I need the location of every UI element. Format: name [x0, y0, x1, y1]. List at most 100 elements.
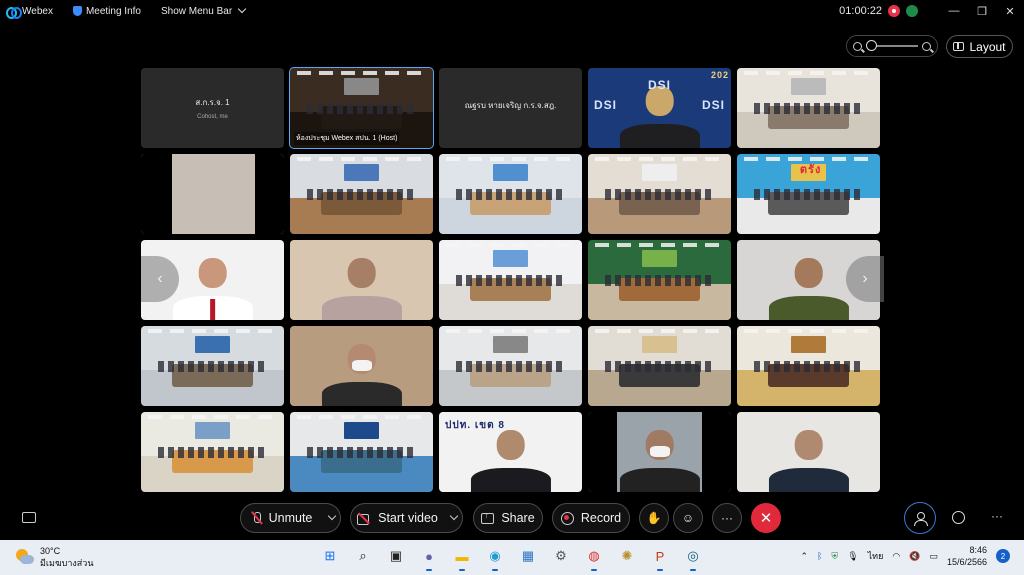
webex-taskbar-icon[interactable]: ◎: [681, 544, 705, 571]
video-tile[interactable]: ส.ก.ร.จ. 1 Cohost, me: [141, 68, 284, 148]
close-button[interactable]: ✕: [996, 0, 1024, 22]
chrome-icon[interactable]: ◍: [582, 544, 606, 571]
chevron-down-icon: [237, 4, 247, 14]
video-tile[interactable]: [588, 240, 731, 320]
store-icon[interactable]: ▦: [516, 544, 540, 568]
smiley-icon: ☺: [681, 511, 695, 525]
meeting-info-label: Meeting Info: [85, 5, 141, 17]
clock-time: 8:46: [969, 545, 987, 555]
record-icon: [560, 511, 574, 525]
minimize-button[interactable]: —: [940, 0, 968, 22]
raise-hand-button[interactable]: ✋: [639, 503, 669, 533]
webex-menu[interactable]: Webex: [6, 0, 53, 22]
teams-chat-icon[interactable]: ●: [417, 544, 441, 571]
seal-app-icon[interactable]: ✺: [615, 544, 639, 568]
video-tile[interactable]: [290, 326, 433, 406]
unmute-label: Unmute: [268, 511, 313, 525]
partly-cloudy-icon: [14, 549, 34, 565]
chevron-down-icon: [327, 511, 337, 521]
video-tile[interactable]: [588, 412, 731, 492]
notification-count[interactable]: 2: [996, 549, 1010, 563]
video-tile[interactable]: ห้องประชุม Webex สปน. 1 (Host): [289, 67, 434, 149]
weather-widget[interactable]: 30°C มีเมฆบางส่วน: [14, 545, 93, 569]
zoom-slider[interactable]: [866, 40, 918, 51]
grid-layout-icon: [953, 42, 965, 51]
volume-muted-icon[interactable]: 🔇: [909, 551, 920, 562]
file-explorer-icon[interactable]: ▬: [450, 544, 474, 571]
meeting-timer: 01:00:22: [839, 5, 882, 17]
recording-indicator-icon[interactable]: [888, 5, 900, 17]
end-label: ✕: [759, 510, 773, 527]
search-icon[interactable]: ⌕: [351, 544, 375, 568]
video-tile[interactable]: [141, 154, 284, 234]
reactions-button[interactable]: ☺: [673, 503, 703, 533]
start-video-button[interactable]: Start video: [350, 503, 444, 533]
bluetooth-icon[interactable]: ᛒ: [817, 551, 822, 561]
microphone-muted-tray-icon[interactable]: 🎙: [847, 551, 858, 562]
next-page-button[interactable]: ›: [846, 256, 884, 302]
language-indicator[interactable]: ไทย: [868, 549, 884, 563]
banner-text: DSI: [594, 98, 618, 112]
participants-button[interactable]: [904, 502, 936, 534]
windows-start-icon[interactable]: ⊞: [318, 544, 342, 568]
powerpoint-icon[interactable]: P: [648, 544, 672, 571]
share-screen-icon: [481, 510, 495, 524]
start-video-label: Start video: [378, 511, 438, 525]
edge-icon[interactable]: ◉: [483, 544, 507, 571]
video-tile[interactable]: [439, 240, 582, 320]
video-tile[interactable]: [290, 154, 433, 234]
video-tile[interactable]: ปปท. เขต 8: [439, 412, 582, 492]
maximize-button[interactable]: ❐: [968, 0, 996, 22]
battery-icon[interactable]: ▭: [929, 551, 938, 562]
settings-icon[interactable]: ⚙: [549, 544, 573, 568]
camera-off-icon: [357, 513, 371, 525]
show-hidden-icons-icon[interactable]: ⌃: [800, 551, 808, 562]
audio-options-button[interactable]: [321, 503, 341, 533]
video-tile[interactable]: ณฐรบ หายเจริญ ก.ร.จ.สฎ.: [439, 68, 582, 148]
zoom-out-icon[interactable]: [853, 41, 862, 51]
video-tile[interactable]: [737, 326, 880, 406]
video-options-button[interactable]: [443, 503, 463, 533]
taskbar-apps: ⊞ ⌕ ▣ ● ▬ ◉ ▦ ⚙ ◍ ✺ P ◎: [318, 544, 705, 571]
video-tile[interactable]: [737, 68, 880, 148]
more-options-button[interactable]: ···: [712, 503, 742, 533]
video-tile[interactable]: [141, 326, 284, 406]
zoom-slider-handle[interactable]: [866, 40, 877, 51]
banner-text: ตรัง: [799, 164, 822, 177]
banner-text: DSI: [648, 78, 672, 92]
clock[interactable]: 8:46 15/6/2566: [947, 544, 987, 568]
video-tile[interactable]: ตรัง: [737, 154, 880, 234]
app-name: Webex: [22, 5, 53, 17]
meeting-info-button[interactable]: Meeting Info: [72, 0, 141, 22]
record-button[interactable]: Record: [552, 503, 630, 533]
video-tile[interactable]: [141, 412, 284, 492]
participant-name: ณฐรบ หายเจริญ ก.ร.จ.สฎ.: [464, 101, 557, 110]
unmute-button[interactable]: Unmute: [240, 503, 322, 533]
security-icon[interactable]: ⛨: [831, 551, 838, 562]
video-tile[interactable]: DSI DSI DSI 202: [588, 68, 731, 148]
more-panels-icon[interactable]: ···: [991, 509, 1003, 523]
chat-icon[interactable]: [952, 511, 965, 524]
video-tile[interactable]: [439, 326, 582, 406]
participants-icon: [914, 511, 928, 526]
end-meeting-button[interactable]: ✕: [751, 503, 781, 533]
video-tile[interactable]: [737, 412, 880, 492]
system-tray: ⌃ ᛒ ⛨ 🎙 ไทย ◠ 🔇 ▭ 8:46 15/6/2566 2: [800, 544, 1010, 568]
wifi-icon[interactable]: ◠: [892, 551, 900, 562]
participant-role: Cohost, me: [197, 114, 228, 120]
video-tile[interactable]: [588, 326, 731, 406]
video-tile[interactable]: [290, 412, 433, 492]
chevron-left-icon: ‹: [157, 270, 163, 287]
video-tile[interactable]: [290, 240, 433, 320]
participant-name: ห้องประชุม Webex สปน. 1 (Host): [294, 132, 400, 145]
show-menu-bar-button[interactable]: Show Menu Bar: [161, 0, 247, 22]
layout-button[interactable]: Layout: [946, 35, 1013, 58]
webex-logo-icon: [6, 6, 22, 19]
title-bar: Webex Meeting Info Show Menu Bar 01:00:2…: [0, 0, 1024, 22]
zoom-in-icon[interactable]: [922, 41, 931, 51]
video-tile[interactable]: [439, 154, 582, 234]
video-tile[interactable]: [588, 154, 731, 234]
task-view-icon[interactable]: ▣: [384, 544, 408, 568]
share-button[interactable]: Share: [473, 503, 543, 533]
network-health-icon[interactable]: [906, 5, 918, 17]
